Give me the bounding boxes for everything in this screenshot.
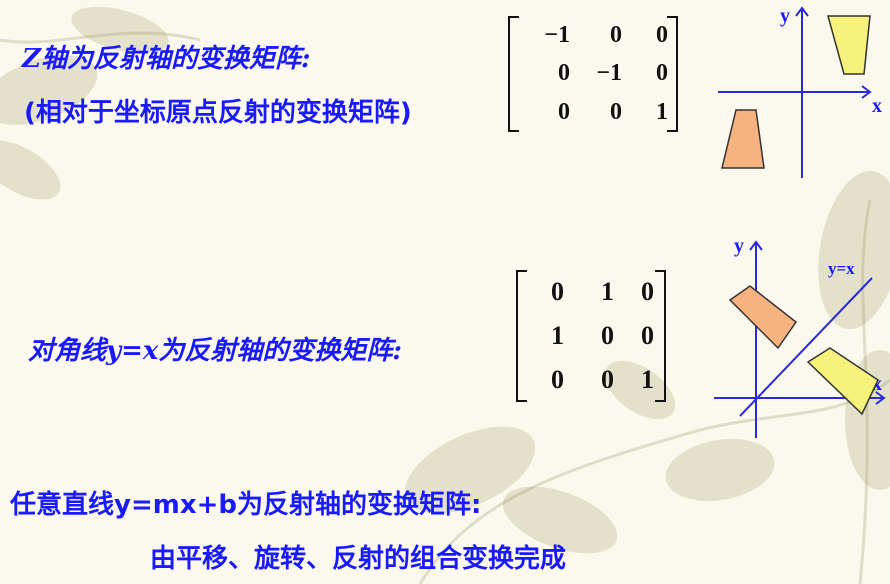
reflected-shape [728, 285, 798, 350]
matrix-diagonal-reflection: 0 1 0 1 0 0 0 0 1 [516, 270, 666, 402]
x-axis-label: x [872, 95, 882, 117]
matrix-cell: 0 [558, 60, 570, 87]
matrix-left-bracket [508, 16, 519, 132]
section3-title: 任意直线y=mx+b为反射轴的变换矩阵: [10, 490, 482, 520]
matrix-cell: −1 [596, 60, 622, 87]
matrix-cell: 0 [610, 99, 622, 126]
original-shape [827, 15, 871, 75]
matrix-cell: 0 [641, 321, 654, 350]
matrix-cell: 0 [601, 321, 614, 350]
matrix-cell: 1 [641, 365, 654, 394]
matrix-cell: 0 [551, 277, 564, 306]
matrix-cell: 0 [656, 21, 668, 48]
matrix-left-bracket [516, 270, 527, 402]
matrix-right-bracket [667, 16, 678, 132]
matrix-cell: 1 [656, 99, 668, 126]
matrix-origin-reflection: −1 0 0 0 −1 0 0 0 1 [508, 16, 678, 132]
matrix-cell: 1 [551, 321, 564, 350]
section1-title: Z轴为反射轴的变换矩阵: [22, 44, 311, 74]
diagonal-label: y=x [828, 259, 855, 278]
original-shape [806, 347, 879, 416]
matrix-cell: 0 [551, 365, 564, 394]
section2-title: 对角线y=x为反射轴的变换矩阵: [28, 336, 402, 366]
matrix-cell: −1 [544, 21, 570, 48]
matrix-right-bracket [655, 270, 666, 402]
y-axis-label: y [734, 235, 744, 257]
section3-note: 由平移、旋转、反射的组合变换完成 [150, 544, 567, 574]
y-axis-label: y [780, 5, 790, 27]
diagram-diagonal-reflection: x y y=x [714, 235, 886, 438]
matrix-cell: 0 [641, 277, 654, 306]
matrix-cell: 0 [656, 60, 668, 87]
matrix-cell: 0 [610, 21, 622, 48]
diagram-origin-reflection: x y [718, 5, 882, 178]
matrix-cell: 0 [601, 365, 614, 394]
reflected-shape [721, 109, 765, 169]
section1-subtitle: (相对于坐标原点反射的变换矩阵) [24, 98, 412, 128]
matrix-cell: 0 [558, 99, 570, 126]
matrix-cell: 1 [601, 277, 614, 306]
